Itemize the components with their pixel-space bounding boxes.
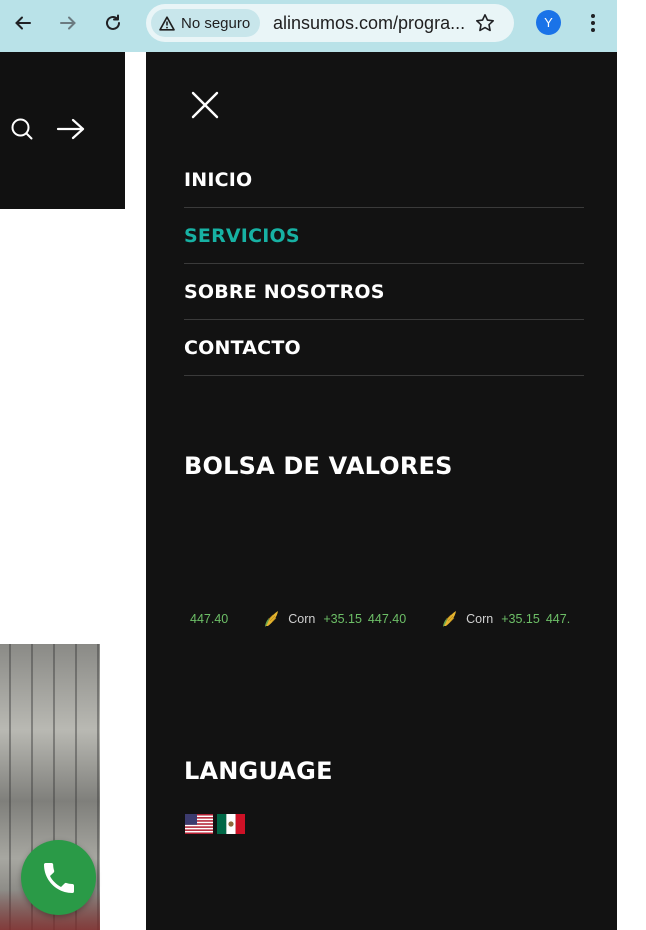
arrow-right-icon	[56, 118, 85, 140]
language-flags	[185, 814, 245, 834]
url-text[interactable]: alinsumos.com/progra...	[273, 13, 465, 34]
phone-icon	[43, 862, 74, 893]
language-section-title: LANGUAGE	[184, 757, 333, 785]
nav-item-inicio[interactable]: INICIO	[184, 152, 584, 208]
stock-ticker[interactable]: 447.40 Corn +35.15 447.40 Corn +35.15 44…	[184, 604, 584, 634]
corn-icon	[262, 609, 282, 629]
close-menu-button[interactable]	[190, 90, 220, 120]
star-icon	[476, 14, 494, 32]
site-header	[0, 52, 125, 209]
nav-item-servicios[interactable]: SERVICIOS	[184, 208, 584, 264]
ticker-item: Corn +35.15 447.40	[228, 609, 406, 629]
security-chip[interactable]: No seguro	[151, 9, 261, 37]
bookmark-button[interactable]	[472, 10, 498, 36]
search-button[interactable]	[9, 116, 35, 142]
main-nav: INICIO SERVICIOS SOBRE NOSOTROS CONTACTO	[184, 152, 584, 376]
ticker-price: 447.40	[190, 612, 229, 626]
search-icon	[11, 118, 33, 140]
arrow-left-icon	[15, 16, 31, 30]
stock-section-title: BOLSA DE VALORES	[184, 452, 453, 480]
mexico-flag-icon[interactable]	[217, 814, 245, 834]
ticker-change: +35.15	[323, 612, 362, 626]
warning-icon	[159, 15, 175, 31]
browser-toolbar: No seguro alinsumos.com/progra... Y	[0, 0, 617, 52]
security-label: No seguro	[181, 14, 251, 32]
back-button[interactable]	[8, 8, 38, 38]
nav-item-sobre-nosotros[interactable]: SOBRE NOSOTROS	[184, 264, 584, 320]
arrow-right-icon	[60, 16, 76, 30]
ticker-item: Corn +35.15 447.	[406, 609, 570, 629]
profile-avatar[interactable]: Y	[536, 10, 561, 35]
corn-icon	[440, 609, 460, 629]
reload-button[interactable]	[98, 8, 128, 38]
us-flag-icon[interactable]	[185, 814, 213, 834]
more-vert-icon	[591, 14, 595, 32]
nav-item-contacto[interactable]: CONTACTO	[184, 320, 584, 376]
forward-button[interactable]	[53, 8, 83, 38]
page-edge	[617, 0, 646, 930]
call-button[interactable]	[21, 840, 96, 915]
ticker-change: +35.15	[501, 612, 540, 626]
ticker-price: 447.	[545, 612, 571, 626]
address-bar[interactable]: No seguro alinsumos.com/progra...	[146, 4, 514, 42]
ticker-price: 447.40	[367, 612, 407, 626]
close-icon	[191, 91, 219, 119]
ticker-symbol: Corn	[466, 612, 494, 626]
ticker-symbol: Corn	[288, 612, 316, 626]
reload-icon	[106, 14, 120, 30]
login-arrow-button[interactable]	[55, 116, 87, 142]
browser-menu-button[interactable]	[580, 8, 606, 38]
